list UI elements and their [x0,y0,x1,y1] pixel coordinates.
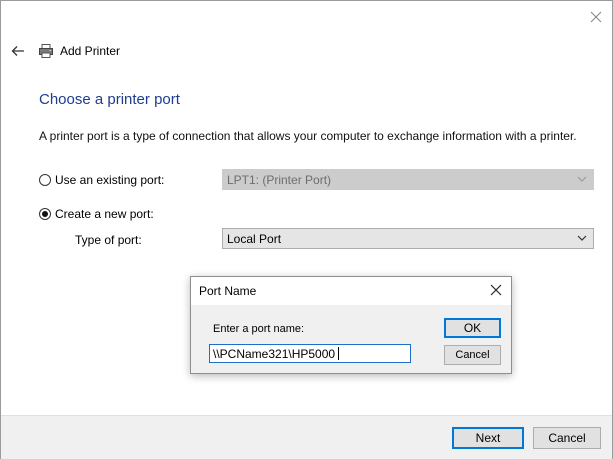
port-name-prompt: Enter a port name: [213,323,305,335]
back-arrow-icon [11,46,24,56]
dialog-title: Port Name [199,284,257,298]
chevron-down-icon [577,235,587,241]
dialog-close-button[interactable] [489,283,503,297]
back-button[interactable] [11,44,29,58]
use-existing-port-label: Use an existing port: [55,173,165,187]
close-icon [490,284,502,296]
wizard-footer: Next Cancel [1,415,612,459]
wizard-title: Add Printer [60,44,121,58]
create-new-port-label: Create a new port: [55,207,154,221]
create-new-port-option[interactable]: Create a new port: [39,207,154,221]
dialog-titlebar: Port Name [191,277,511,305]
close-icon [590,11,602,23]
port-name-input-value: \\PCName321\HP5000 [213,346,336,361]
text-caret [338,347,340,360]
ok-button[interactable]: OK [444,318,501,338]
type-of-port-select[interactable]: Local Port [222,228,594,249]
use-existing-port-option[interactable]: Use an existing port: [39,173,164,187]
add-printer-window: Add Printer Choose a printer port A prin… [0,0,613,459]
page-description: A printer port is a type of connection t… [39,129,577,143]
type-of-port-value: Local Port [227,231,282,246]
port-name-dialog: Port Name Enter a port name: \\PCName321… [190,276,512,374]
existing-port-value: LPT1: (Printer Port) [227,172,332,187]
port-name-input[interactable]: \\PCName321\HP5000 [209,344,411,363]
use-existing-port-radio[interactable] [39,174,51,186]
chevron-down-icon [577,176,587,182]
type-of-port-label: Type of port: [75,233,142,247]
printer-icon [39,44,53,58]
page-heading: Choose a printer port [39,91,180,108]
window-close-button[interactable] [588,9,604,25]
wizard-header: Add Printer [11,41,120,61]
dialog-cancel-button[interactable]: Cancel [444,345,501,365]
cancel-button[interactable]: Cancel [533,427,601,449]
next-button[interactable]: Next [452,427,524,449]
existing-port-select: LPT1: (Printer Port) [222,169,594,190]
create-new-port-radio[interactable] [39,208,51,220]
